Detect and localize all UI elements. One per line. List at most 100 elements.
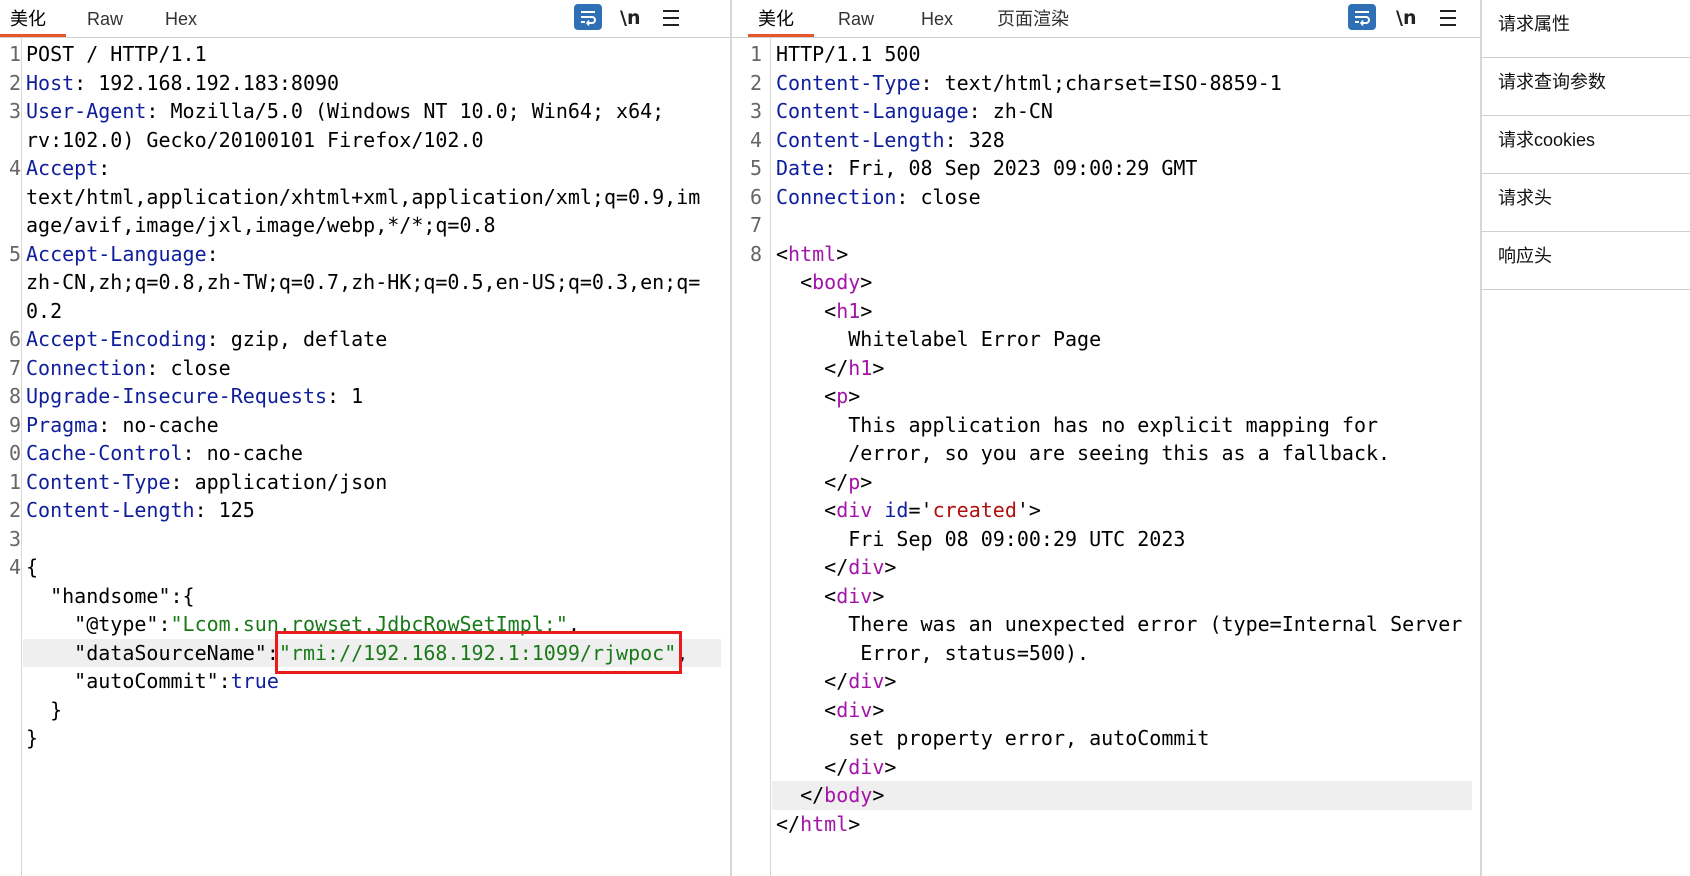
line-number: 7 xyxy=(749,213,762,237)
inspector-request-headers[interactable]: 请求头 xyxy=(1482,174,1690,232)
code-token: User-Agent xyxy=(26,99,147,123)
code-token: zh-CN,zh;q=0.8,zh-TW;q=0.7,zh-HK;q=0.5,e… xyxy=(26,270,701,294)
response-editor[interactable]: 1 HTTP/1.1 500 2 Content-Type: text/html;ch… xyxy=(732,37,1480,876)
line-code: age/avif,image/jxl,image/webp,*/*;q=0.8 xyxy=(26,211,496,240)
code-token: : Fri, 08 Sep 2023 09:00:29 GMT xyxy=(824,156,1198,180)
inspector-response-headers[interactable]: 响应头 xyxy=(1482,232,1690,290)
line-code: Host: 192.168.192.183:8090 xyxy=(26,69,339,98)
inspector-request-cookies[interactable]: 请求cookies xyxy=(1482,116,1690,174)
response-tab-pretty[interactable]: 美化 xyxy=(748,0,814,37)
request-wrap-button[interactable] xyxy=(574,4,602,30)
code-token: Error, status=500). xyxy=(776,640,1090,665)
code-token: : 328 xyxy=(944,127,1005,152)
line-number: 3 xyxy=(8,99,21,123)
code-token: > xyxy=(836,241,849,266)
code-token: Content-Length xyxy=(776,127,945,152)
code-token: : application/json xyxy=(170,469,388,494)
line-number: 7 xyxy=(8,355,21,380)
code-token: p xyxy=(848,469,861,494)
line-code: Connection: close xyxy=(776,183,981,212)
code-token: > xyxy=(860,298,873,323)
code-token: Connection xyxy=(776,184,897,209)
request-code-line: 0 Cache-Control: no-cache xyxy=(0,439,730,468)
code-token: There was an unexpected error (type=Inte… xyxy=(776,612,1463,636)
line-code: text/html,application/xhtml+xml,applicat… xyxy=(26,183,700,212)
response-tab-render[interactable]: 页面渲染 xyxy=(997,0,1069,36)
inspector-query-params[interactable]: 请求查询参数 xyxy=(1482,58,1690,116)
line-code: <div> xyxy=(776,696,884,725)
response-code-line: Fri Sep 08 09:00:29 UTC 2023 xyxy=(732,525,1480,554)
request-code-line: text/html,application/xhtml+xml,applicat… xyxy=(0,183,730,212)
line-code: Content-Length: 328 xyxy=(776,126,1005,155)
code-token: div xyxy=(836,697,873,722)
highlight-box xyxy=(275,630,682,674)
line-code: </p> xyxy=(776,468,872,497)
request-code-line: 0.2 xyxy=(0,297,730,326)
request-tab-pretty[interactable]: 美化 xyxy=(0,0,66,37)
inspector-request-attributes[interactable]: 请求属性 xyxy=(1482,0,1690,58)
code-token: < xyxy=(776,298,837,323)
response-code-line: 2 Content-Type: text/html;charset=ISO-885… xyxy=(732,69,1480,98)
code-token: Content-Type xyxy=(26,469,171,494)
response-code-line: <div> xyxy=(732,696,1480,725)
code-token: </ xyxy=(776,754,849,779)
request-code-line: 1 POST / HTTP/1.1 xyxy=(0,40,730,69)
code-token: < xyxy=(776,498,837,522)
line-code: <html> xyxy=(776,240,848,269)
response-newline-button[interactable]: \n xyxy=(1396,6,1416,32)
line-code: </div> xyxy=(776,667,896,696)
response-wrap-button[interactable] xyxy=(1348,4,1376,30)
line-number: 6 xyxy=(8,327,21,351)
line-code: <body> xyxy=(776,268,872,297)
line-code: } xyxy=(26,724,38,753)
code-token: : xyxy=(98,156,111,180)
line-code: This application has no explicit mapping… xyxy=(776,411,1378,440)
code-token: < xyxy=(776,241,789,266)
code-token: This application has no explicit mapping… xyxy=(776,412,1379,437)
response-menu-icon[interactable] xyxy=(1440,6,1456,32)
line-code: Connection: close xyxy=(26,354,231,383)
code-token: > xyxy=(848,811,861,836)
code-token: rv:102.0) Gecko/20100101 Firefox/102.0 xyxy=(26,127,484,152)
line-number: 2 xyxy=(8,498,21,522)
line-number: 4 xyxy=(8,555,21,579)
request-tab-hex[interactable]: Hex xyxy=(165,0,197,36)
code-token: : close xyxy=(896,184,981,209)
line-code: Fri Sep 08 09:00:29 UTC 2023 xyxy=(776,525,1185,554)
line-number: 9 xyxy=(8,412,21,437)
code-token: { xyxy=(26,555,39,579)
inspector-panel: 请求属性 请求查询参数 请求cookies 请求头 响应头 xyxy=(1482,0,1690,876)
line-code: Content-Language: zh-CN xyxy=(776,97,1053,126)
code-token: > xyxy=(872,783,885,807)
request-code-line: 2 Host: 192.168.192.183:8090 xyxy=(0,69,730,98)
line-code: POST / HTTP/1.1 xyxy=(26,40,207,69)
code-token: created xyxy=(932,498,1017,522)
code-token: h1 xyxy=(836,298,861,323)
request-menu-icon[interactable] xyxy=(663,6,679,32)
code-token: Upgrade-Insecure-Requests xyxy=(26,384,328,408)
response-code-line: </body> xyxy=(732,781,1480,810)
line-code: Accept-Encoding: gzip, deflate xyxy=(26,325,387,354)
code-token: : 192.168.192.183:8090 xyxy=(74,70,340,95)
line-code: Error, status=500). xyxy=(776,639,1089,668)
line-number: 5 xyxy=(749,156,762,180)
code-token: set property error, autoCommit xyxy=(776,726,1210,750)
code-token: </ xyxy=(776,469,849,494)
code-token: HTTP/1.1 500 xyxy=(776,42,921,66)
code-token: > xyxy=(884,555,897,579)
response-tab-hex[interactable]: Hex xyxy=(921,0,953,36)
response-code-line: /error, so you are seeing this as a fall… xyxy=(732,439,1480,468)
request-newline-button[interactable]: \n xyxy=(620,6,640,32)
code-token: 0.2 xyxy=(26,298,63,323)
line-number: 8 xyxy=(749,241,762,266)
line-code: rv:102.0) Gecko/20100101 Firefox/102.0 xyxy=(26,126,484,155)
line-number: 1 xyxy=(8,42,21,66)
code-token: "handsome":{ xyxy=(26,583,195,608)
response-tab-raw[interactable]: Raw xyxy=(838,0,874,36)
request-tab-raw[interactable]: Raw xyxy=(87,0,123,36)
response-tabbar: 美化 Raw Hex 页面渲染 \n xyxy=(732,0,1480,38)
response-code-line: 3 Content-Language: zh-CN xyxy=(732,97,1480,126)
request-code-line: 7 Connection: close xyxy=(0,354,730,383)
line-number: 3 xyxy=(749,99,762,123)
request-editor[interactable]: 1 POST / HTTP/1.1 2 Host: 192.168.192.183:8… xyxy=(0,37,730,876)
